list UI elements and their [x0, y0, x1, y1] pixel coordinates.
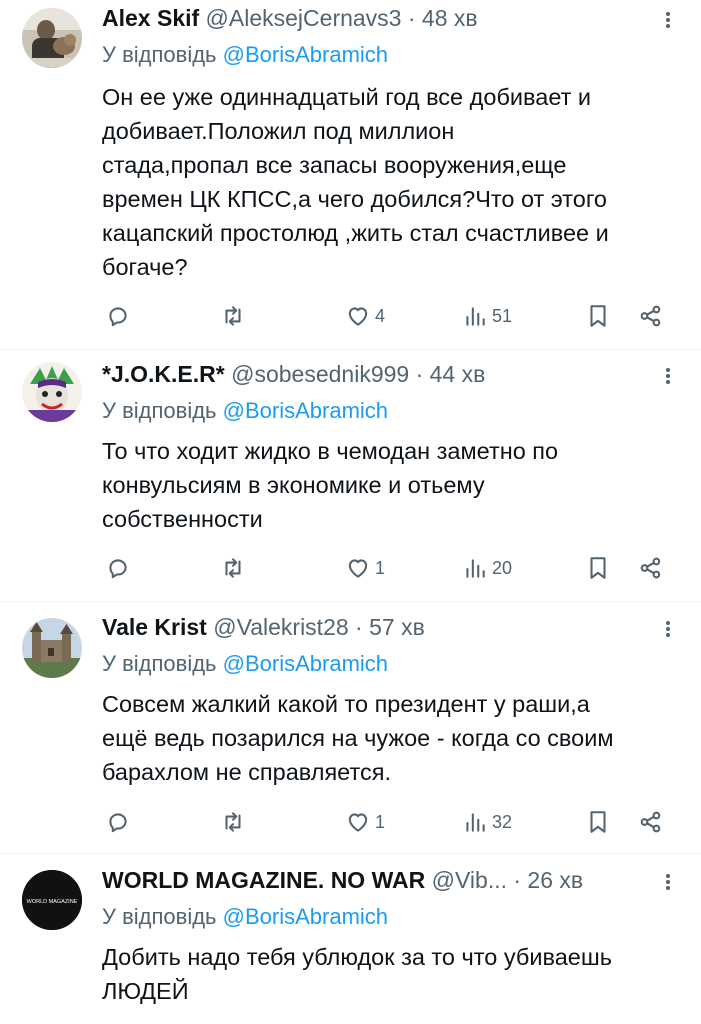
- views-button[interactable]: 51: [462, 298, 512, 334]
- repost-icon: [225, 812, 241, 832]
- avatar[interactable]: [22, 362, 82, 422]
- mention-link[interactable]: @BorisAbramich: [223, 398, 388, 423]
- tweet-header: *J.O.K.E.R* @sobesednik999 · 44 хв: [102, 359, 661, 389]
- author-handle-time[interactable]: @Valekrist28 · 57 хв: [213, 614, 425, 640]
- tweet-text: Он ее уже одиннадцатый год все добивает …: [102, 84, 609, 280]
- like-button[interactable]: 4: [345, 298, 385, 334]
- like-button[interactable]: 1: [345, 550, 385, 586]
- reply-button[interactable]: [105, 298, 131, 334]
- svg-text:WORLD MAGAZINE: WORLD MAGAZINE: [27, 899, 78, 905]
- reply-context: У відповідь @BorisAbramich: [102, 40, 388, 70]
- avatar-photo-castle: [22, 618, 82, 678]
- views-chart-icon: [466, 559, 485, 578]
- view-count: 20: [492, 557, 513, 578]
- bookmark-icon: [590, 811, 606, 833]
- like-count: 1: [375, 557, 386, 578]
- heart-icon: [348, 559, 368, 578]
- mention-link[interactable]: @BorisAbramich: [223, 651, 388, 676]
- repost-button[interactable]: [220, 550, 246, 586]
- avatar-photo-man-with-dog: [22, 8, 82, 68]
- avatar-logo-world-magazine: WORLD MAGAZINE: [22, 870, 82, 930]
- share-icon: [640, 557, 661, 579]
- tweet[interactable]: *J.O.K.E.R* @sobesednik999 · 44 хв У від…: [0, 350, 701, 602]
- author-handle-time[interactable]: @Vib... · 26 хв: [432, 867, 583, 893]
- heart-icon: [348, 307, 368, 326]
- reply-context: У відповідь @BorisAbramich: [102, 396, 388, 426]
- reply-context: У відповідь @BorisAbramich: [102, 902, 388, 932]
- reply-button[interactable]: [105, 804, 131, 840]
- tweet[interactable]: Vale Krist @Valekrist28 · 57 хв У відпов…: [0, 602, 701, 854]
- author-name[interactable]: Alex Skif: [102, 5, 199, 31]
- author-name[interactable]: WORLD MAGAZINE. NO WAR: [102, 867, 425, 893]
- share-button[interactable]: [638, 298, 664, 334]
- author-handle-time[interactable]: @sobesednik999 · 44 хв: [231, 361, 485, 387]
- avatar[interactable]: WORLD MAGAZINE: [22, 870, 82, 930]
- author-name[interactable]: Vale Krist: [102, 614, 207, 640]
- repost-button[interactable]: [220, 804, 246, 840]
- tweet-text: Совсем жалкий какой то президент у раши,…: [102, 691, 614, 785]
- author-handle-time[interactable]: @AleksejCernavs3 · 48 хв: [206, 5, 478, 31]
- like-button[interactable]: 1: [345, 804, 385, 840]
- more-options-icon[interactable]: [661, 361, 675, 391]
- like-count: 4: [375, 305, 386, 326]
- reply-icon: [109, 559, 127, 579]
- views-chart-icon: [466, 813, 485, 832]
- avatar-photo-joker: [22, 362, 82, 422]
- repost-icon: [225, 558, 241, 578]
- mention-link[interactable]: @BorisAbramich: [223, 904, 388, 929]
- repost-icon: [225, 306, 241, 326]
- like-count: 1: [375, 811, 386, 832]
- more-options-icon[interactable]: [661, 5, 675, 35]
- views-button[interactable]: 32: [462, 804, 512, 840]
- share-icon: [640, 811, 661, 833]
- bookmark-button[interactable]: [585, 804, 611, 840]
- tweet-header: WORLD MAGAZINE. NO WAR @Vib... · 26 хв: [102, 865, 661, 895]
- reply-icon: [109, 813, 127, 833]
- tweet-header: Alex Skif @AleksejCernavs3 · 48 хв: [102, 3, 661, 33]
- share-button[interactable]: [638, 804, 664, 840]
- reply-prefix: У відповідь: [102, 42, 217, 67]
- author-name[interactable]: *J.O.K.E.R*: [102, 361, 225, 387]
- tweet[interactable]: WORLD MAGAZINE WORLD MAGAZINE. NO WAR @V…: [0, 854, 701, 1024]
- bookmark-icon: [590, 305, 606, 327]
- tweet-text: Добить надо тебя ублюдок за то что убива…: [102, 944, 612, 1004]
- tweet-text: То что ходит жидко в чемодан заметно по …: [102, 438, 559, 532]
- mention-link[interactable]: @BorisAbramich: [223, 42, 388, 67]
- tweet[interactable]: Alex Skif @AleksejCernavs3 · 48 хв У від…: [0, 0, 701, 350]
- reply-prefix: У відповідь: [102, 651, 217, 676]
- action-bar: 4 51: [0, 298, 701, 334]
- action-bar: 1 32: [0, 804, 701, 840]
- share-icon: [640, 305, 661, 327]
- reply-prefix: У відповідь: [102, 904, 217, 929]
- reply-prefix: У відповідь: [102, 398, 217, 423]
- bookmark-icon: [590, 557, 606, 579]
- avatar[interactable]: [22, 8, 82, 68]
- reply-button[interactable]: [105, 550, 131, 586]
- reply-context: У відповідь @BorisAbramich: [102, 649, 388, 679]
- more-options-icon[interactable]: [661, 867, 675, 897]
- bookmark-button[interactable]: [585, 298, 611, 334]
- reply-icon: [109, 307, 127, 327]
- view-count: 32: [492, 811, 513, 832]
- bookmark-button[interactable]: [585, 550, 611, 586]
- repost-button[interactable]: [220, 298, 246, 334]
- share-button[interactable]: [638, 550, 664, 586]
- more-options-icon[interactable]: [661, 614, 675, 644]
- views-chart-icon: [466, 307, 485, 326]
- tweet-header: Vale Krist @Valekrist28 · 57 хв: [102, 612, 661, 642]
- views-button[interactable]: 20: [462, 550, 512, 586]
- avatar[interactable]: [22, 618, 82, 678]
- action-bar: 1 20: [0, 550, 701, 586]
- heart-icon: [348, 813, 368, 832]
- view-count: 51: [492, 305, 513, 326]
